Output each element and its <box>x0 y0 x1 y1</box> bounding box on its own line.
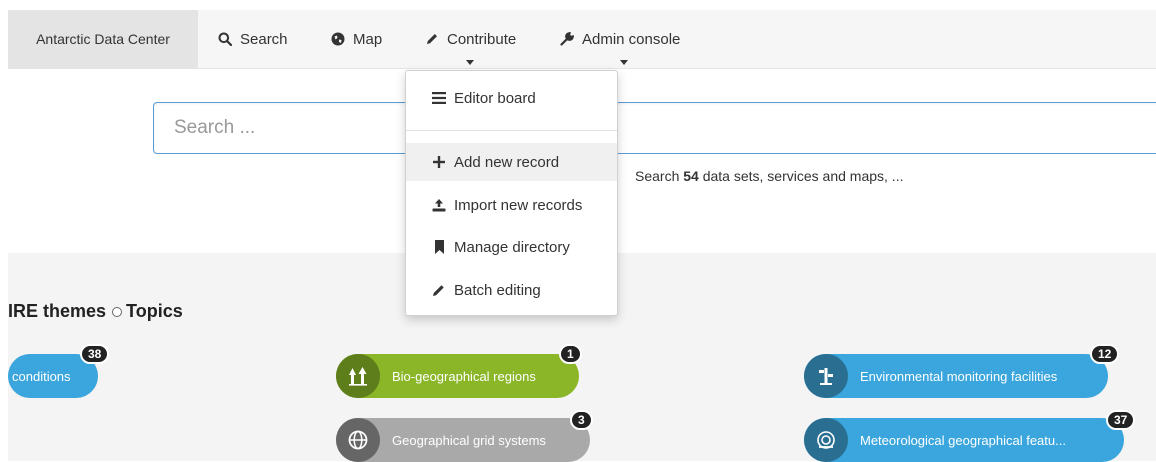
tab-topics[interactable]: Topics <box>126 301 183 322</box>
pencil-icon <box>432 283 446 297</box>
nav-admin-console-label: Admin console <box>582 30 681 48</box>
topic-count-badge: 3 <box>570 410 593 430</box>
menu-item-batch-editing[interactable]: Batch editing <box>406 271 617 309</box>
globe-icon <box>330 31 346 47</box>
top-gap <box>0 0 1156 10</box>
topic-pill-meteorological-geographical-features[interactable]: Meteorological geographical featu... <box>804 418 1124 462</box>
topic-count-badge: 38 <box>80 344 110 364</box>
pencil-icon <box>424 31 440 47</box>
themes-heading: IRE themes Topics <box>8 301 183 322</box>
left-edge <box>0 0 8 461</box>
menu-item-label: Add new record <box>454 153 560 171</box>
tree-icon <box>336 354 380 398</box>
search-hint-suffix: data sets, services and maps, ... <box>702 168 904 184</box>
brand-link[interactable]: Antarctic Data Center <box>8 10 198 68</box>
monitoring-station-icon <box>804 354 848 398</box>
nav-search-label: Search <box>240 30 288 48</box>
menu-item-import-new-records[interactable]: Import new records <box>406 186 617 224</box>
weather-icon <box>804 418 848 462</box>
brand-label: Antarctic Data Center <box>36 31 170 47</box>
topic-label: Bio-geographical regions <box>392 368 536 384</box>
search-record-count: 54 <box>683 168 699 184</box>
topic-pill-geographical-grid-systems[interactable]: Geographical grid systems <box>336 418 590 462</box>
search-icon <box>217 31 233 47</box>
search-input[interactable] <box>153 102 1156 154</box>
menu-item-label: Batch editing <box>454 281 541 299</box>
admin-caret-icon <box>620 60 628 65</box>
menu-item-editor-board[interactable]: Editor board <box>406 79 617 117</box>
wrench-icon <box>559 31 575 47</box>
nav-map-label: Map <box>353 30 383 48</box>
menu-item-label: Editor board <box>454 89 536 107</box>
plus-icon <box>432 155 446 169</box>
topic-count-badge: 12 <box>1090 344 1120 364</box>
nav-search[interactable]: Search <box>217 10 288 68</box>
topic-count-badge: 1 <box>559 344 582 364</box>
search-hint: Search 54 data sets, services and maps, … <box>635 168 903 184</box>
topic-pill-bio-geographical-regions[interactable]: Bio-geographical regions <box>336 354 579 398</box>
menu-divider <box>406 130 617 131</box>
tab-inspire-themes[interactable]: IRE themes <box>8 301 106 322</box>
top-navbar: Antarctic Data Center Search Map Contrib… <box>8 10 1156 69</box>
nav-contribute-label: Contribute <box>447 30 517 48</box>
search-hint-prefix: Search <box>635 168 680 184</box>
menu-item-add-new-record[interactable]: Add new record <box>406 143 617 181</box>
bookmark-icon <box>432 240 446 254</box>
contribute-caret-icon <box>466 60 474 65</box>
upload-icon <box>432 198 446 212</box>
topic-label: Environmental monitoring facilities <box>860 368 1058 384</box>
topic-pill-environmental-monitoring-facilities[interactable]: Environmental monitoring facilities <box>804 354 1108 398</box>
contribute-dropdown-menu: Editor board Add new record Import new r… <box>405 70 618 316</box>
topic-label: Meteorological geographical featu... <box>860 432 1066 448</box>
topic-count-badge: 37 <box>1106 410 1136 430</box>
menu-item-label: Import new records <box>454 196 583 214</box>
menu-item-label: Manage directory <box>454 238 570 256</box>
topic-label: Geographical grid systems <box>392 432 546 448</box>
globe-grid-icon <box>336 418 380 462</box>
topics-radio[interactable] <box>112 306 123 317</box>
list-icon <box>432 91 446 105</box>
nav-map[interactable]: Map <box>330 10 382 68</box>
menu-item-manage-directory[interactable]: Manage directory <box>406 228 617 266</box>
topic-label: conditions <box>12 368 71 384</box>
